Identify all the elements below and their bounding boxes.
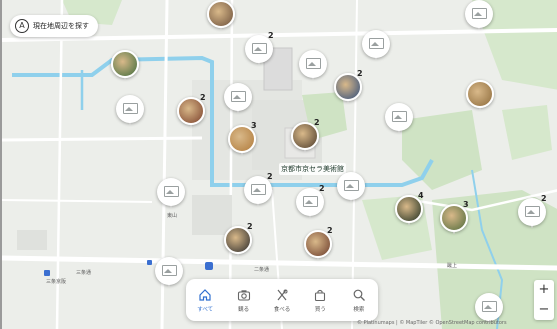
spot-pin[interactable]	[385, 103, 413, 133]
tab-eat-label: 食べる	[273, 306, 291, 313]
pin-count-badge: 2	[541, 194, 547, 203]
pin-count-badge: 3	[251, 121, 257, 130]
photo-pin[interactable]: 3	[440, 200, 469, 234]
pin-count-badge: 4	[418, 191, 424, 200]
station-marker	[205, 262, 213, 270]
zoom-control: + −	[534, 280, 554, 320]
photo-thumbnail	[466, 80, 494, 108]
zoom-in-button[interactable]: +	[534, 280, 554, 300]
tab-see-label: 観る	[238, 306, 250, 313]
road	[2, 136, 203, 142]
spot-pin[interactable]	[362, 30, 390, 60]
tab-buy[interactable]: 買う	[301, 279, 339, 321]
image-placeholder-icon	[299, 50, 327, 78]
photo-pin[interactable]: 2	[334, 69, 363, 103]
spot-pin[interactable]: 2	[518, 194, 547, 228]
pin-count-badge: 2	[327, 226, 333, 235]
photo-pin[interactable]	[111, 50, 139, 80]
photo-pin[interactable]	[207, 0, 235, 30]
pin-count-badge: 2	[200, 93, 206, 102]
spot-pin[interactable]	[155, 257, 183, 287]
pin-count-badge: 2	[314, 118, 320, 127]
spot-pin[interactable]	[475, 293, 503, 323]
photo-pin[interactable]: 2	[177, 93, 206, 127]
road-label: 三条京阪	[46, 279, 67, 285]
spot-pin[interactable]: 2	[245, 31, 274, 65]
station-marker	[44, 270, 50, 276]
home-icon	[199, 288, 211, 301]
station-marker	[147, 260, 152, 265]
tab-eat[interactable]: 食べる	[263, 279, 301, 321]
shopping-bag-icon	[315, 289, 326, 301]
road-label: 二条通	[254, 267, 270, 273]
spot-pin[interactable]	[157, 178, 185, 208]
spot-pin[interactable]	[116, 95, 144, 125]
photo-thumbnail	[111, 50, 139, 78]
image-placeholder-icon	[337, 172, 365, 200]
spot-pin[interactable]	[224, 83, 252, 113]
pin-count-badge: 2	[357, 69, 363, 78]
category-toolbar: すべて 観る 食べる 買う 検索	[186, 279, 378, 321]
search-nearby-label: 現在地周辺を探す	[33, 22, 89, 30]
camera-icon	[237, 289, 250, 301]
tab-search-label: 検索	[353, 306, 365, 313]
image-placeholder-icon	[157, 178, 185, 206]
road-label: 蹴上	[447, 263, 458, 269]
pin-count-badge: 2	[268, 31, 274, 40]
pin-count-badge: 2	[319, 184, 325, 193]
photo-thumbnail	[207, 0, 235, 28]
location-icon: A	[15, 19, 29, 33]
tab-all-label: すべて	[197, 306, 214, 313]
search-nearby-button[interactable]: A 現在地周辺を探す	[10, 15, 98, 37]
photo-pin[interactable]: 2	[304, 226, 333, 260]
photo-pin[interactable]	[466, 80, 494, 110]
image-placeholder-icon	[385, 103, 413, 131]
tab-see[interactable]: 観る	[224, 279, 262, 321]
map-viewport[interactable]: A 現在地周辺を探す 三条通 三条京阪 東山 蹴上 二条通 京都市京セラ美術館 …	[0, 0, 557, 329]
image-placeholder-icon	[116, 95, 144, 123]
zoom-out-button[interactable]: −	[534, 300, 554, 320]
place-label[interactable]: 京都市京セラ美術館	[279, 163, 346, 175]
image-placeholder-icon	[224, 83, 252, 111]
tab-all[interactable]: すべて	[186, 279, 224, 321]
road-label: 三条通	[76, 270, 92, 276]
search-icon	[353, 289, 365, 301]
tab-search[interactable]: 検索	[340, 279, 378, 321]
image-placeholder-icon	[475, 293, 503, 321]
cutlery-icon	[277, 289, 288, 300]
pin-count-badge: 3	[463, 200, 469, 209]
photo-pin[interactable]: 4	[395, 191, 424, 225]
photo-pin[interactable]: 2	[224, 222, 253, 256]
road-label: 東山	[167, 213, 178, 219]
image-placeholder-icon	[155, 257, 183, 285]
photo-pin[interactable]: 3	[228, 121, 257, 155]
pin-count-badge: 2	[267, 172, 273, 181]
spot-pin[interactable]	[299, 50, 327, 80]
spot-pin[interactable]: 2	[244, 172, 273, 206]
spot-pin[interactable]: 2	[296, 184, 325, 218]
map-attribution[interactable]: © Platinumaps | © MapTiler © OpenStreetM…	[357, 320, 507, 326]
photo-pin[interactable]: 2	[291, 118, 320, 152]
image-placeholder-icon	[465, 0, 493, 28]
tab-buy-label: 買う	[314, 306, 326, 313]
spot-pin[interactable]	[465, 0, 493, 30]
pin-count-badge: 2	[247, 222, 253, 231]
spot-pin[interactable]	[337, 172, 365, 202]
image-placeholder-icon	[362, 30, 390, 58]
